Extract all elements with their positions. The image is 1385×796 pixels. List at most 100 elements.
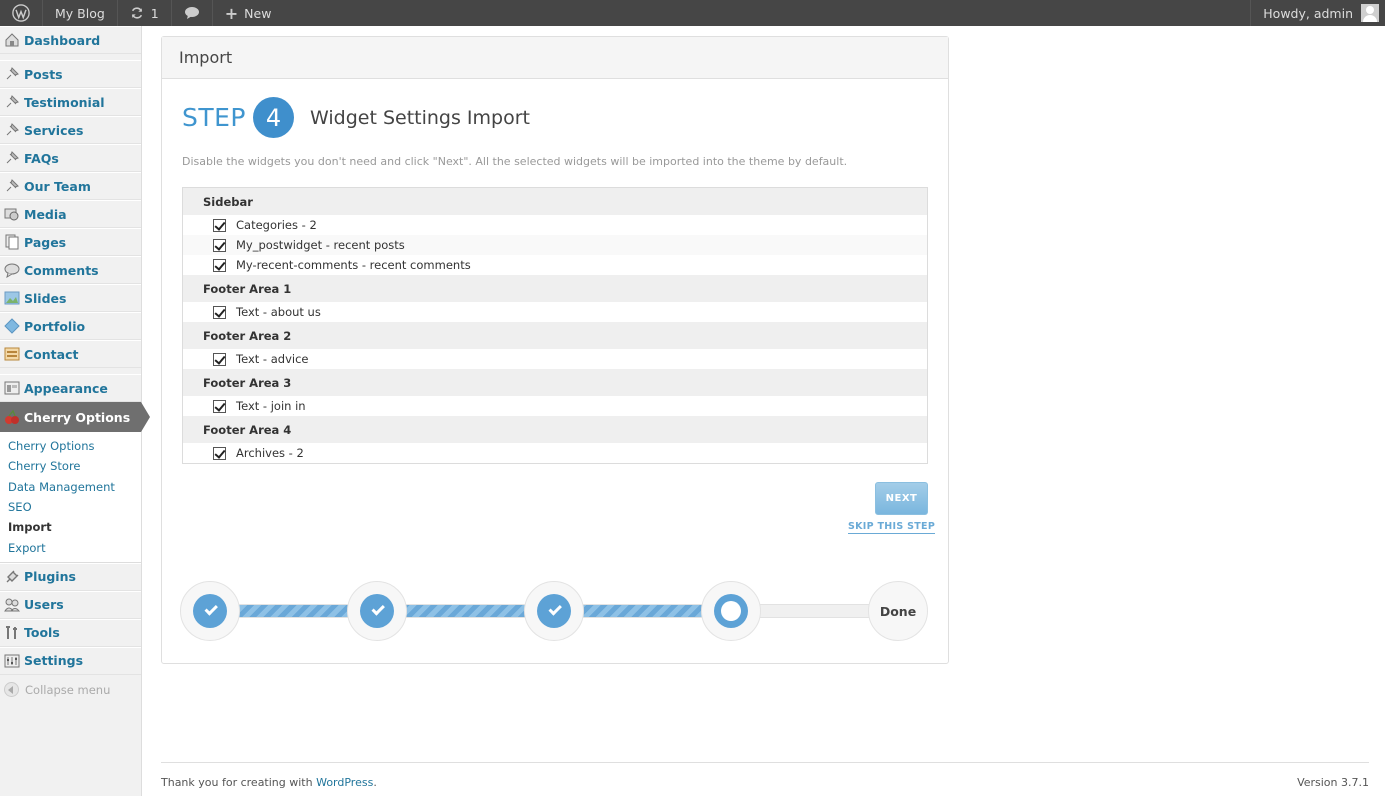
sidebar-item-portfolio[interactable]: Portfolio (0, 312, 141, 340)
howdy-text: Howdy, admin (1263, 5, 1353, 21)
widget-group-footer-area-3: Footer Area 3 (183, 369, 927, 396)
collapse-arrow-icon (4, 682, 19, 698)
sidebar-item-slides[interactable]: Slides (0, 284, 141, 312)
widget-row[interactable]: My-recent-comments - recent comments (183, 255, 927, 275)
sidebar-item-tools[interactable]: Tools (0, 618, 141, 647)
widget-row[interactable]: Text - advice (183, 349, 927, 369)
site-name-link[interactable]: My Blog (43, 0, 118, 26)
new-content-button[interactable]: + New (213, 0, 284, 26)
step-number-badge: 4 (253, 97, 295, 138)
widget-checkbox[interactable] (213, 352, 226, 366)
progress-step-3 (524, 581, 584, 641)
step-progress-bar: Done (180, 581, 928, 643)
collapse-menu-label: Collapse menu (25, 682, 111, 697)
footer-version: Version 3.7.1 (1297, 776, 1369, 789)
sidebar-item-cherry-options[interactable]: Cherry Options (0, 402, 150, 432)
comment-bubble-icon (184, 7, 199, 19)
widget-checkbox[interactable] (213, 238, 226, 252)
sidebar-item-services[interactable]: Services (0, 116, 141, 144)
sidebar-item-label: Settings (24, 653, 84, 669)
admin-footer: Thank you for creating with WordPress. V… (161, 762, 1369, 789)
sidebar-item-label: Tools (24, 625, 60, 641)
pin-icon (4, 66, 20, 82)
widget-label: Categories - 2 (236, 218, 317, 232)
widget-row[interactable]: Text - join in (183, 396, 927, 416)
sidebar-item-label: Users (24, 597, 64, 613)
contact-icon (4, 346, 20, 362)
sidebar-item-label: Pages (24, 234, 67, 250)
current-step-icon (714, 594, 748, 628)
widget-label: Archives - 2 (236, 446, 304, 460)
sidebar-item-media[interactable]: Media (0, 200, 141, 228)
submenu-import[interactable]: Import (0, 517, 141, 537)
pages-icon (4, 234, 20, 250)
widget-row[interactable]: Archives - 2 (183, 443, 927, 463)
my-account-button[interactable]: Howdy, admin (1250, 0, 1385, 26)
sidebar-item-pages[interactable]: Pages (0, 228, 141, 256)
widget-row[interactable]: My_postwidget - recent posts (183, 235, 927, 255)
skip-step-link[interactable]: SKIP THIS STEP (848, 521, 936, 534)
sidebar-item-our-team[interactable]: Our Team (0, 172, 141, 200)
sidebar-item-testimonial[interactable]: Testimonial (0, 88, 141, 116)
widget-checkbox[interactable] (213, 399, 226, 413)
sidebar-item-users[interactable]: Users (0, 590, 141, 619)
widget-checkbox[interactable] (213, 258, 226, 272)
sidebar-item-appearance[interactable]: Appearance (0, 374, 141, 402)
wordpress-link[interactable]: WordPress (316, 776, 373, 789)
sidebar-item-contact[interactable]: Contact (0, 340, 141, 368)
widget-group-footer-area-1: Footer Area 1 (183, 275, 927, 302)
admin-sidebar: Dashboard Posts Testimonial Services FAQ… (0, 26, 150, 796)
progress-fill (207, 605, 730, 617)
sidebar-item-label: FAQs (24, 150, 59, 166)
sidebar-item-settings[interactable]: Settings (0, 646, 141, 675)
step-title: Widget Settings Import (310, 106, 530, 129)
collapse-menu-button[interactable]: Collapse menu (0, 675, 141, 705)
submenu-cherry-options[interactable]: Cherry Options (0, 436, 141, 456)
sidebar-item-label: Slides (24, 290, 67, 306)
updates-button[interactable]: 1 (118, 0, 172, 26)
sidebar-item-posts[interactable]: Posts (0, 60, 141, 88)
footer-thanks-text: Thank you for creating with (161, 776, 317, 789)
sidebar-item-label: Cherry Options (24, 409, 131, 425)
widget-checkbox[interactable] (213, 305, 226, 319)
submenu-data-management[interactable]: Data Management (0, 477, 141, 497)
widget-row[interactable]: Categories - 2 (183, 215, 927, 235)
admin-bar: My Blog 1 + New Howdy, admin (0, 0, 1385, 26)
appearance-icon (4, 380, 20, 396)
sidebar-item-label: Our Team (24, 178, 91, 194)
widget-label: Text - join in (236, 399, 306, 413)
submenu-cherry-store[interactable]: Cherry Store (0, 456, 141, 476)
widget-list: Sidebar Categories - 2 My_postwidget - r… (182, 187, 928, 464)
widget-group-footer-area-4: Footer Area 4 (183, 416, 927, 443)
checkmark-icon (547, 602, 562, 616)
submenu-export[interactable]: Export (0, 537, 141, 557)
submenu-seo[interactable]: SEO (0, 497, 141, 517)
progress-step-2 (347, 581, 407, 641)
sidebar-item-label: Comments (24, 262, 99, 278)
pin-icon (4, 150, 20, 166)
widget-checkbox[interactable] (213, 446, 226, 460)
sidebar-item-faqs[interactable]: FAQs (0, 144, 141, 172)
updates-count: 1 (150, 5, 159, 21)
sidebar-item-dashboard[interactable]: Dashboard (0, 26, 141, 54)
sidebar-item-plugins[interactable]: Plugins (0, 562, 141, 591)
widget-label: Text - advice (236, 352, 309, 366)
widget-label: Text - about us (236, 305, 321, 319)
panel-title: Import (162, 37, 948, 79)
progress-step-done: Done (868, 581, 928, 641)
refresh-icon (131, 7, 142, 19)
footer-thanks: Thank you for creating with WordPress. (161, 776, 377, 789)
comments-button[interactable] (172, 0, 213, 26)
step-header: STEP 4 Widget Settings Import (182, 97, 530, 138)
widget-row[interactable]: Text - about us (183, 302, 927, 322)
sidebar-item-comments[interactable]: Comments (0, 256, 141, 284)
wordpress-logo-button[interactable] (0, 0, 43, 26)
sidebar-item-label: Plugins (24, 569, 76, 585)
sidebar-item-label: Media (24, 206, 67, 222)
comment-icon (4, 262, 20, 278)
widget-checkbox[interactable] (213, 218, 226, 232)
footer-thanks-suffix: . (373, 776, 377, 789)
widget-group-footer-area-2: Footer Area 2 (183, 322, 927, 349)
next-button[interactable]: NEXT (875, 482, 928, 515)
dashboard-icon (4, 32, 20, 48)
